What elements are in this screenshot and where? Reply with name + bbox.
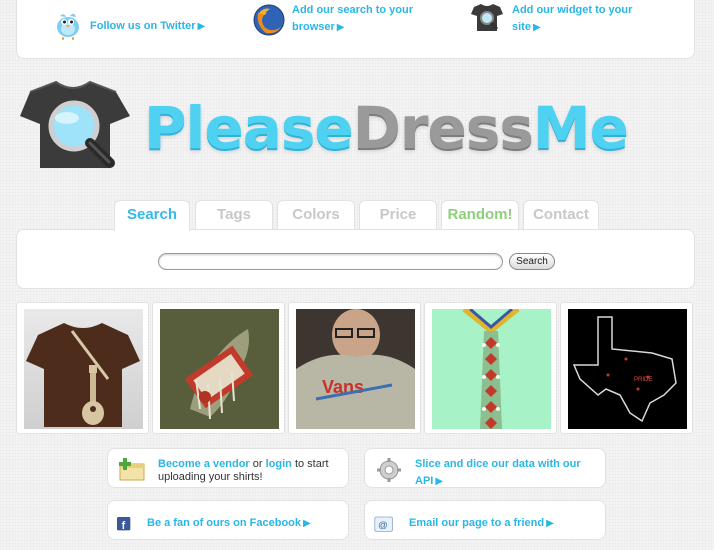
arrow-right-icon: ▶ — [532, 22, 541, 33]
login-link[interactable]: login — [266, 458, 292, 470]
add-widget-link[interactable]: Add our widget to your site ▶ — [470, 3, 632, 35]
gallery-item[interactable] — [424, 302, 557, 434]
email-friend-text: Email our page to a friend — [409, 517, 545, 529]
tab-contact[interactable]: Contact — [523, 200, 599, 230]
api-card[interactable]: Slice and dice our data with our API ▶ — [364, 448, 606, 488]
add-package-icon — [119, 458, 145, 481]
arrow-right-icon: ▶ — [546, 518, 554, 529]
necktie-tshirt-image — [432, 309, 551, 429]
tshirt-magnifier-icon — [471, 4, 503, 31]
svg-text:f: f — [122, 520, 126, 532]
tab-random[interactable]: Random! — [441, 200, 519, 230]
tab-tags[interactable]: Tags — [195, 200, 273, 230]
firefox-icon — [253, 4, 285, 36]
tab-price[interactable]: Price — [359, 200, 437, 230]
gallery-item[interactable] — [16, 302, 149, 434]
logo-word-dress: Dress — [352, 94, 534, 162]
texas-pride-label: PRIDE — [634, 377, 652, 383]
api-line2: API — [415, 475, 434, 487]
add-search-line2: browser — [292, 21, 335, 33]
facebook-card[interactable]: f Be a fan of ours on Facebook ▶ — [107, 500, 349, 540]
add-widget-line2: site — [512, 21, 531, 33]
tab-colors[interactable]: Colors — [277, 200, 355, 230]
facebook-icon: f — [117, 517, 131, 532]
twitter-bird-icon — [57, 13, 79, 40]
search-input[interactable] — [158, 253, 503, 270]
follow-twitter-text: Follow us on Twitter — [90, 20, 196, 32]
arrow-right-icon: ▶ — [336, 22, 345, 33]
gallery-item[interactable]: Vans — [288, 302, 421, 434]
add-search-browser-link[interactable]: Add our search to your browser ▶ — [252, 3, 413, 37]
or-text: or — [249, 458, 266, 470]
facebook-fan-text: Be a fan of ours on Facebook — [147, 517, 302, 529]
logo-word-please: Please — [144, 94, 354, 162]
become-vendor-link[interactable]: Become a vendor — [158, 458, 250, 470]
email-card[interactable]: @ Email our page to a friend ▶ — [364, 500, 606, 540]
gallery-item[interactable]: PRIDE — [560, 302, 693, 434]
vendor-card[interactable]: Become a vendor or login to start upload… — [107, 448, 349, 488]
svg-text:@: @ — [378, 520, 388, 531]
add-widget-line1: Add our widget to your — [512, 4, 633, 16]
logo-word-me: Me — [532, 94, 629, 162]
gear-icon — [377, 458, 401, 482]
email-icon: @ — [374, 516, 393, 532]
level-graphic-tshirt-image — [160, 309, 279, 429]
texas-map-tshirt-image: PRIDE — [568, 309, 687, 429]
promo-bar: Follow us on Twitter ▶ Add our search to … — [16, 0, 695, 59]
logo-wordmark: PleaseDressMe — [144, 88, 629, 168]
tab-search[interactable]: Search — [114, 200, 190, 231]
api-line1: Slice and dice our data with our — [415, 458, 581, 470]
arrow-right-icon: ▶ — [435, 476, 444, 487]
search-button[interactable]: Search — [509, 253, 555, 270]
search-panel: Search — [16, 229, 695, 289]
tshirt-magnifier-logo-icon — [20, 80, 130, 168]
follow-twitter-link[interactable]: Follow us on Twitter ▶ — [52, 10, 205, 40]
arrow-right-icon: ▶ — [197, 21, 206, 32]
vans-tshirt-man-image: Vans — [296, 309, 415, 429]
site-logo[interactable]: PleaseDressMe — [16, 78, 706, 178]
arrow-right-icon: ▶ — [303, 518, 311, 529]
add-search-line1: Add our search to your — [292, 4, 414, 16]
gallery-item[interactable] — [152, 302, 285, 434]
guitar-tshirt-image — [24, 309, 143, 429]
